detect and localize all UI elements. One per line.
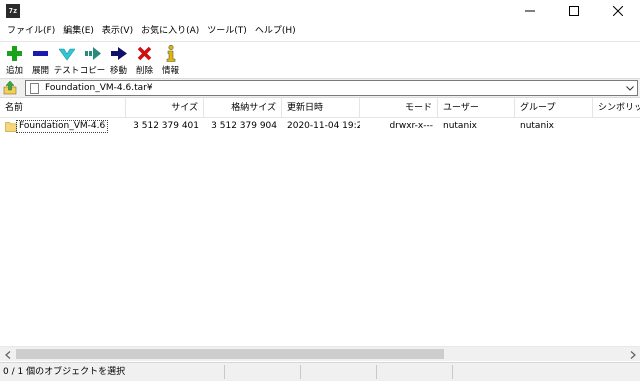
toolbar: 追加 展開 テスト コピー 移動 削除 情報 — [0, 41, 640, 77]
menu-edit[interactable]: 編集(E) — [61, 22, 100, 41]
minimize-button[interactable] — [508, 0, 552, 22]
close-icon — [613, 6, 623, 16]
add-label: 追加 — [5, 66, 23, 76]
delete-x-icon — [136, 45, 153, 62]
up-folder-icon — [3, 81, 17, 95]
chevron-right-icon — [630, 350, 636, 359]
chevron-left-icon — [4, 350, 10, 359]
info-button[interactable]: 情報 — [158, 42, 183, 78]
title-bar: 7z — [0, 0, 640, 22]
menu-file[interactable]: ファイル(F) — [5, 22, 61, 41]
menu-favorites[interactable]: お気に入り(A) — [139, 22, 205, 41]
maximize-icon — [569, 6, 579, 16]
move-button[interactable]: 移動 — [106, 42, 131, 78]
file-group: nutanix — [520, 121, 554, 131]
status-divider — [300, 365, 301, 379]
status-divider — [376, 365, 377, 379]
menu-view[interactable]: 表示(V) — [100, 22, 139, 41]
info-label: 情報 — [161, 66, 179, 76]
scroll-left-button[interactable] — [0, 347, 15, 362]
move-arrow-icon — [110, 45, 127, 62]
extract-label: 展開 — [31, 66, 49, 76]
menu-help[interactable]: ヘルプ(H) — [253, 22, 302, 41]
minus-icon — [32, 45, 49, 62]
file-packed-size: 3 512 379 904 — [211, 121, 277, 131]
file-modified: 2020-11-04 19:24 — [287, 121, 360, 131]
minimize-icon — [525, 10, 535, 12]
file-mode: drwxr-x--- — [389, 121, 433, 131]
maximize-button[interactable] — [552, 0, 596, 22]
close-button[interactable] — [596, 0, 640, 22]
info-icon — [162, 45, 179, 62]
column-packed-size[interactable]: 格納サイズ — [204, 98, 282, 118]
file-icon — [30, 83, 39, 94]
address-bar: Foundation_VM-4.6.tar¥ — [0, 78, 640, 98]
column-modified[interactable]: 更新日時 — [282, 98, 360, 118]
status-selection: 0 / 1 個のオブジェクトを選択 — [3, 367, 126, 377]
move-label: 移動 — [109, 66, 127, 76]
app-icon: 7z — [6, 4, 20, 18]
table-row[interactable]: Foundation_VM-4.6 3 512 379 401 3 512 37… — [0, 118, 640, 135]
address-field[interactable]: Foundation_VM-4.6.tar¥ — [25, 80, 638, 96]
scroll-right-button[interactable] — [625, 347, 640, 362]
test-button[interactable]: テスト — [54, 42, 79, 78]
scroll-thumb[interactable] — [16, 349, 444, 359]
copy-arrow-icon — [84, 45, 101, 62]
extract-button[interactable]: 展開 — [28, 42, 53, 78]
file-name[interactable]: Foundation_VM-4.6 — [16, 120, 109, 133]
copy-label: コピー — [79, 66, 106, 76]
file-size: 3 512 379 401 — [133, 121, 199, 131]
up-folder-button[interactable] — [3, 81, 17, 95]
plus-icon — [6, 45, 23, 62]
test-label: テスト — [53, 66, 80, 76]
add-button[interactable]: 追加 — [2, 42, 27, 78]
menu-bar: ファイル(F) 編集(E) 表示(V) お気に入り(A) ツール(T) ヘルプ(… — [0, 22, 640, 41]
column-name[interactable]: 名前 — [0, 98, 126, 118]
checkmark-icon — [58, 45, 75, 62]
file-user: nutanix — [443, 121, 477, 131]
file-symlink — [593, 118, 640, 135]
address-path: Foundation_VM-4.6.tar¥ — [45, 83, 153, 93]
horizontal-scrollbar[interactable] — [0, 346, 640, 361]
status-divider — [224, 365, 225, 379]
delete-label: 削除 — [135, 66, 153, 76]
column-size[interactable]: サイズ — [126, 98, 204, 118]
column-group[interactable]: グループ — [515, 98, 593, 118]
column-symlink[interactable]: シンボリック — [593, 98, 640, 118]
column-user[interactable]: ユーザー — [438, 98, 515, 118]
column-header: 名前 サイズ 格納サイズ 更新日時 モード ユーザー グループ シンボリック — [0, 98, 640, 118]
status-divider — [452, 365, 453, 379]
file-list[interactable]: 名前 サイズ 格納サイズ 更新日時 モード ユーザー グループ シンボリック F… — [0, 98, 640, 346]
status-bar: 0 / 1 個のオブジェクトを選択 — [0, 362, 640, 381]
chevron-down-icon[interactable] — [626, 84, 634, 92]
column-mode[interactable]: モード — [360, 98, 438, 118]
delete-button[interactable]: 削除 — [132, 42, 157, 78]
copy-button[interactable]: コピー — [80, 42, 105, 78]
menu-tools[interactable]: ツール(T) — [205, 22, 253, 41]
